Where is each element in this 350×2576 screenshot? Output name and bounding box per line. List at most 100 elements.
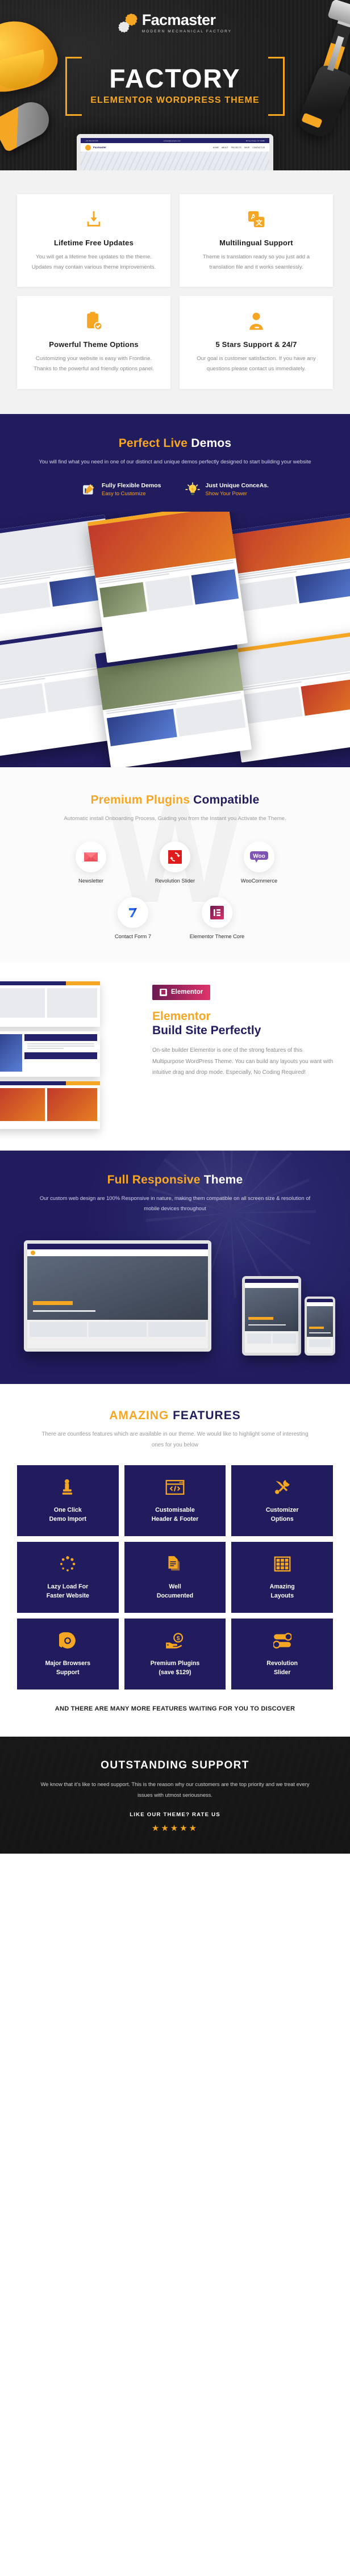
hero-laptop-mockup: +49 354 415 235 contact@example.com 85 S… (77, 134, 273, 170)
plugin-name: Revolution Slider (155, 877, 195, 884)
brand-name: Facmaster (141, 11, 216, 28)
support-text: We know that it's like to need support. … (40, 1781, 310, 1798)
plugin-name: Contact Form 7 (114, 933, 152, 939)
gear-icon (118, 13, 138, 33)
plugin-item[interactable]: Contact Form 7 (102, 897, 164, 939)
demo-screenshots-collage (0, 512, 350, 768)
svg-text:$: $ (177, 1636, 180, 1642)
money-hand-icon: $ (165, 1629, 185, 1652)
revolution-slider-icon (160, 841, 190, 872)
mockup-nav-item: SHOP (244, 146, 250, 149)
mockup-nav-item: PROJECTS (231, 146, 241, 149)
feature-card-text: Customizing your website is easy with Fr… (34, 356, 154, 373)
demo-badge-sub: Show Your Power (205, 490, 247, 496)
amazing-feature-title: Customizer Options (265, 1507, 299, 1523)
elementor-heading: Build Site Perfectly (152, 1024, 261, 1038)
elementor-screenshot (0, 981, 100, 1027)
chrome-browser-icon (59, 1629, 76, 1652)
demos-title-rest: Demos (191, 436, 232, 450)
grid-layout-icon (274, 1553, 291, 1575)
toggle-slider-icon (273, 1629, 291, 1652)
plugin-name: Elementor Theme Core (189, 933, 245, 939)
amazing-feature-card: Revolution Slider (231, 1618, 333, 1690)
mockup-phone: +49 354 415 235 (85, 139, 98, 142)
svg-text:文: 文 (256, 219, 262, 227)
support-section: OUTSTANDING SUPPORT We know that it's li… (0, 1737, 350, 1854)
feature-card-title: Lifetime Free Updates (53, 239, 134, 247)
amazing-feature-card: Customisable Header & Footer (124, 1465, 226, 1536)
amazing-feature-card: Lazy Load For Faster Website (17, 1541, 119, 1613)
amazing-feature-title: One Click Demo Import (49, 1507, 86, 1523)
blueprint-pencil-icon (81, 482, 97, 497)
amazing-features-section: AMAZING FEATURES There are countless fea… (0, 1383, 350, 1737)
amazing-subtitle: There are countless features which are a… (41, 1431, 309, 1448)
plugin-item[interactable]: Elementor Theme Core (186, 897, 248, 939)
laptop-mockup (24, 1240, 211, 1352)
amazing-feature-title: Amazing Layouts (269, 1583, 295, 1599)
elementor-text: On-site builder Elementor is one of the … (152, 1047, 334, 1076)
amazing-feature-title: Lazy Load For Faster Website (46, 1583, 89, 1599)
plugins-title: Premium Plugins Compatible (0, 793, 350, 807)
amazing-feature-card: Major Browsers Support (17, 1618, 119, 1690)
mockup-brand: Facmaster (93, 146, 106, 149)
feature-card: A文 Multilingual Support Theme is transla… (180, 194, 333, 287)
woocommerce-icon: Woo (244, 841, 274, 872)
hero-section: Facmaster MODERN MECHANICAL FACTORY FACT… (0, 0, 350, 170)
demo-badge-title: Fully Flexible Demos (102, 482, 161, 490)
plugin-name: WooCommerce (240, 877, 278, 884)
feature-card: Powerful Theme Options Customizing your … (17, 296, 170, 389)
demos-subtitle: You will find what you need in one of ou… (39, 458, 311, 465)
plugin-item[interactable]: Woo WooCommerce (228, 841, 290, 884)
star-rating-icon[interactable]: ★★★★★ (0, 1823, 350, 1833)
plugin-item[interactable]: Newsletter (60, 841, 122, 884)
lightbulb-idea-icon (185, 482, 201, 497)
translate-icon: A文 (190, 208, 323, 231)
brand-tagline: MODERN MECHANICAL FACTORY (141, 30, 232, 34)
amazing-features-grid: One Click Demo Import Customisable Header … (17, 1465, 333, 1690)
mockup-nav-item: HOME (213, 146, 219, 149)
amazing-title-rest: FEATURES (173, 1408, 241, 1422)
amazing-feature-card: $ Premium Plugins (save $129) (124, 1618, 226, 1690)
demos-title: Perfect Live Demos (0, 437, 350, 450)
plugin-item[interactable]: Revolution Slider (144, 841, 206, 884)
mockup-hero (81, 152, 269, 170)
newsletter-envelope-icon (76, 841, 106, 872)
mockup-nav-item: ABOUT (221, 146, 228, 149)
demos-badges: Fully Flexible Demos Easy to Customize J… (0, 482, 350, 497)
promo-page: Facmaster MODERN MECHANICAL FACTORY FACT… (0, 0, 350, 1854)
tablet-mockup (242, 1276, 301, 1356)
phone-mockup (305, 1296, 335, 1356)
support-rate-label: LIKE OUR THEME? RATE US (130, 1812, 220, 1818)
amazing-title-accent: AMAZING (109, 1408, 169, 1422)
contact-form-7-icon (118, 897, 148, 928)
mockup-nav-links: HOME ABOUT PROJECTS SHOP CONTACT US (213, 147, 265, 149)
feature-card-text: Theme is translation ready so you just a… (202, 254, 310, 270)
device-mockups (0, 1231, 350, 1359)
clipboard-check-icon (27, 310, 160, 332)
feature-card-title: Multilingual Support (219, 239, 293, 247)
amazing-feature-title: Major Browsers Support (45, 1660, 91, 1676)
plugins-title-rest: Compatible (193, 793, 260, 807)
amazing-feature-card: One Click Demo Import (17, 1465, 119, 1536)
mockup-email: contact@example.com (163, 139, 181, 142)
demo-screenshot (87, 512, 248, 663)
demo-badge: Fully Flexible Demos Easy to Customize (81, 482, 161, 497)
tools-icon (274, 1476, 291, 1499)
plugins-row-2: Contact Form 7 Elementor Theme Core (0, 897, 350, 939)
amazing-feature-title: Customisable Header & Footer (151, 1507, 199, 1523)
click-hand-icon (60, 1476, 76, 1499)
mockup-nav: Facmaster HOME ABOUT PROJECTS SHOP CONTA… (81, 143, 269, 152)
amazing-title: AMAZING FEATURES (17, 1409, 333, 1423)
mockup-nav-item: CONTACT US (252, 146, 265, 149)
code-window-icon (165, 1476, 185, 1499)
document-icon (167, 1553, 183, 1575)
amazing-feature-card: Customizer Options (231, 1465, 333, 1536)
demo-badge-title: Just Unique ConceAs. (205, 482, 269, 490)
hero-title-block: FACTORY ELEMENTOR WORDPRESS THEME (0, 57, 350, 116)
plugins-title-accent: Premium Plugins (90, 793, 190, 807)
amazing-feature-card: Well Documented (124, 1541, 226, 1613)
spinner-loader-icon (59, 1553, 76, 1575)
elementor-screenshots (0, 981, 141, 1129)
feature-card-title: 5 Stars Support & 24/7 (215, 340, 297, 349)
plugins-section: W Premium Plugins Compatible Automatic i… (0, 767, 350, 962)
